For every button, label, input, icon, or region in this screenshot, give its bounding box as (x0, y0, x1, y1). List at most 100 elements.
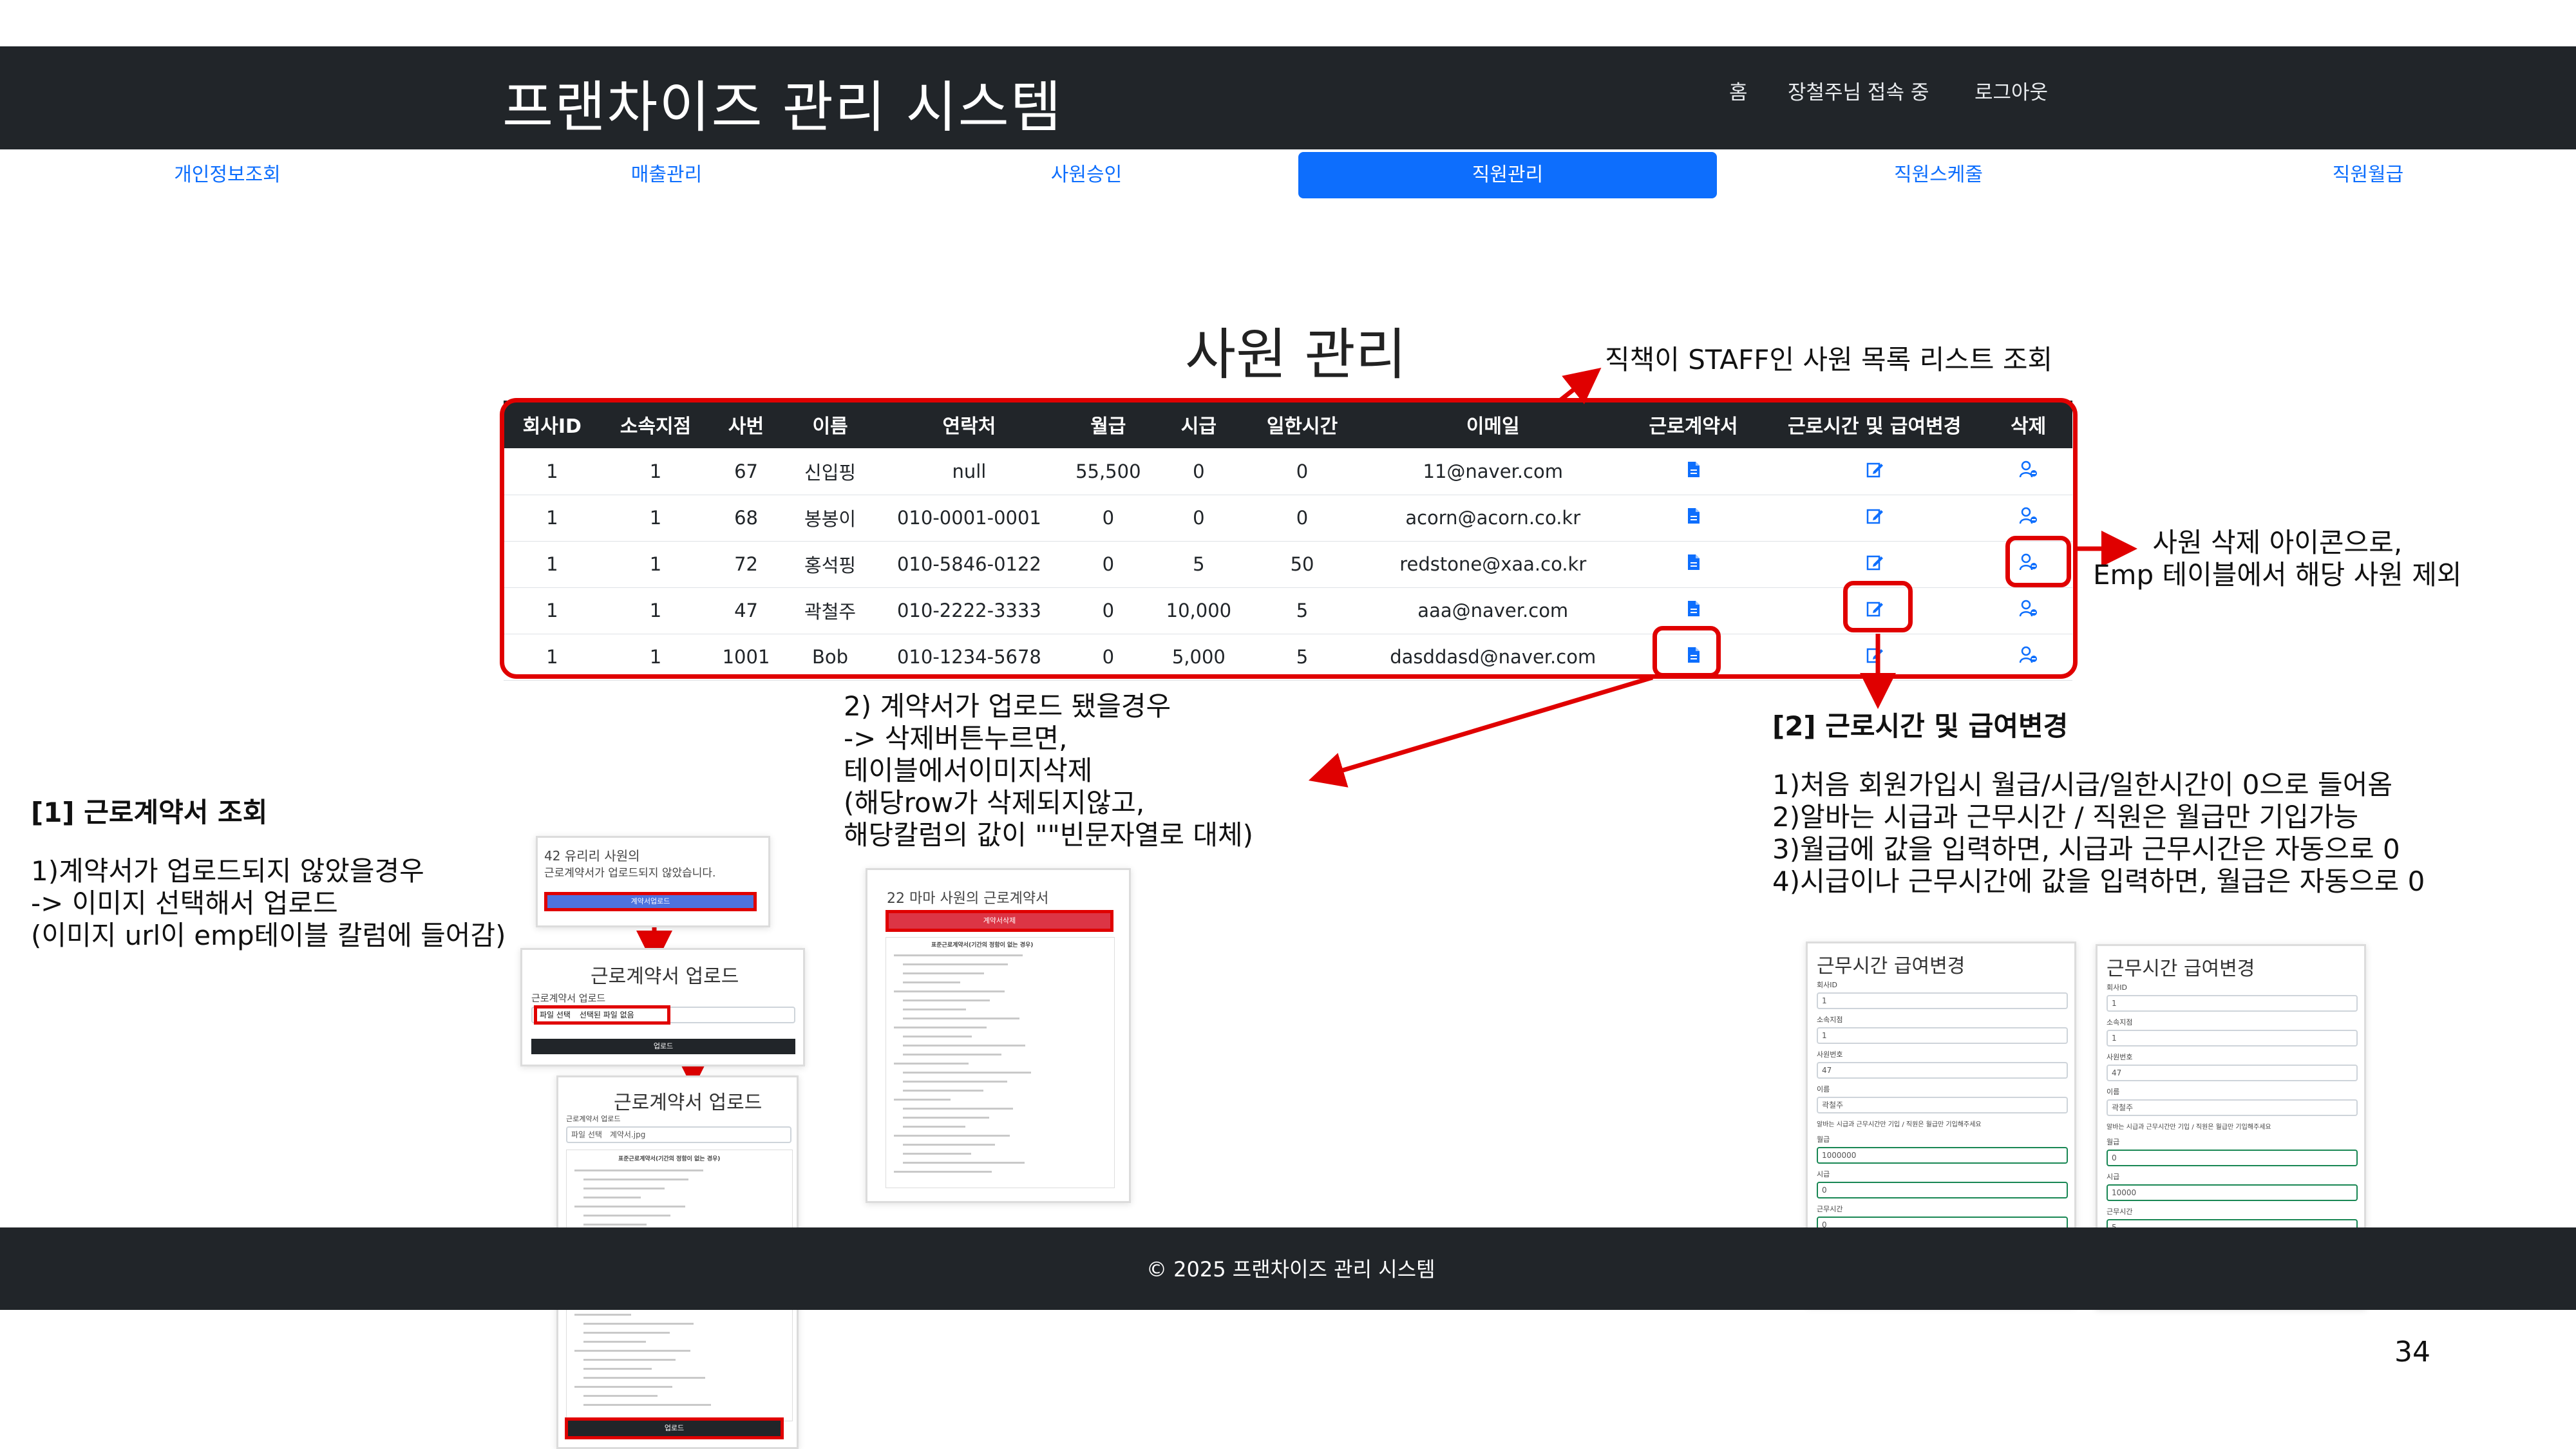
text-line (903, 1117, 989, 1119)
file-select-button[interactable]: 파일 선택 (540, 1010, 571, 1019)
mock-upload-label: 근로계약서 업로드 (531, 992, 606, 1004)
text-line (903, 1090, 983, 1092)
mock-contract-view-panel: 22 마마 사원의 근로계약서 계약서삭제 표준근로계약서(기간의 정함이 없는… (866, 868, 1131, 1203)
mock-upload2-label: 근로계약서 업로드 (566, 1115, 621, 1123)
mock-upload2-title: 근로계약서 업로드 (614, 1092, 762, 1114)
text-line (903, 1126, 965, 1128)
text-line (583, 1395, 658, 1397)
file-input-2[interactable]: 파일 선택 계약서.jpg (566, 1126, 791, 1143)
text-line (574, 1206, 685, 1208)
text-line (903, 1036, 972, 1037)
mock-no-contract-subtitle: 근로계약서가 업로드되지 않았습니다. (544, 867, 716, 880)
edit-form-title: 근무시간 급여변경 (1817, 955, 1965, 978)
contract-view-title: 22 마마 사원의 근로계약서 (887, 891, 1049, 907)
edit-form-input[interactable]: 10000 (2107, 1184, 2358, 1201)
text-line (583, 1188, 665, 1189)
text-line (583, 1332, 670, 1334)
text-line (894, 1063, 969, 1065)
edit-form-input[interactable]: 0 (1817, 1182, 2068, 1198)
text-line (903, 1162, 1025, 1164)
edit-form-label: 회사ID (1817, 981, 1837, 989)
edit-form-label: 사원번호 (1817, 1050, 1843, 1059)
text-line (903, 963, 1008, 965)
section1-title: [1] 근로계약서 조회 (31, 797, 268, 828)
upload-submit-button[interactable]: 업로드 (531, 1039, 795, 1054)
mock-no-contract-title: 42 유리리 사원의 (544, 848, 640, 864)
edit-form-label: 알바는 시급과 근무시간만 기입 / 직원은 월급만 기입해주세요 (1817, 1121, 1982, 1128)
text-line (894, 990, 1005, 992)
edit-form-input[interactable]: 1000000 (1817, 1147, 2068, 1164)
page-number: 34 (2394, 1336, 2430, 1368)
text-line (583, 1377, 705, 1379)
text-line (583, 1215, 670, 1217)
text-line (894, 1171, 992, 1173)
text-line (903, 1144, 995, 1146)
mock-no-contract-panel: 42 유리리 사원의 근로계약서가 업로드되지 않았습니다. 계약서업로드 (536, 836, 770, 927)
annotation-delete-note: 사원 삭제 아이콘으로, Emp 테이블에서 해당 사원 제외 (2093, 527, 2462, 591)
text-line (583, 1179, 688, 1180)
text-line (903, 1054, 1001, 1056)
edit-form-label: 월급 (2107, 1138, 2120, 1146)
text-line (574, 1314, 631, 1316)
edit-form-input[interactable]: 1 (1817, 992, 2068, 1009)
text-line (894, 1135, 1010, 1137)
text-line (583, 1404, 711, 1406)
text-line (903, 1072, 1031, 1074)
text-line (574, 1350, 690, 1352)
edit-form-label: 월급 (1817, 1135, 1830, 1144)
file-select-highlight[interactable]: 파일 선택 선택된 파일 없음 (534, 1005, 670, 1025)
section2-body: 1)처음 회원가입시 월급/시급/일한시간이 0으로 들어옴 2)알바는 시급과… (1772, 769, 2425, 897)
edit-form-label: 이름 (2107, 1088, 2120, 1096)
edit-form-label: 사원번호 (2107, 1053, 2133, 1061)
mock-upload-panel-1: 근로계약서 업로드 근로계약서 업로드 파일 선택 선택된 파일 없음 업로드 (520, 948, 805, 1066)
edit-form-label: 근무시간 (2107, 1208, 2133, 1216)
edit-form-input[interactable]: 1 (1817, 1027, 2068, 1044)
text-line (903, 981, 960, 983)
text-line (894, 1027, 987, 1028)
text-line (903, 1153, 971, 1155)
text-line (894, 1099, 951, 1101)
edit-form-input[interactable]: 47 (2107, 1065, 2358, 1081)
edit-form-label: 회사ID (2107, 983, 2127, 992)
edit-form-label: 근무시간 (1817, 1205, 1843, 1213)
edit-form-label: 이름 (1817, 1085, 1830, 1094)
text-line (583, 1341, 646, 1343)
section1-body: 1)계약서가 업로드되지 않았을경우 -> 이미지 선택해서 업로드 (이미지 … (31, 855, 506, 951)
file-select-button-2[interactable]: 파일 선택 (571, 1130, 602, 1139)
text-line (583, 1197, 641, 1198)
text-line (574, 1170, 703, 1171)
text-line (583, 1368, 652, 1370)
text-line (903, 972, 984, 974)
edit-form-input[interactable]: 0 (2107, 1150, 2358, 1166)
footer-text: © 2025 프랜차이즈 관리 시스템 (1146, 1257, 1435, 1282)
annotation-contract-uploaded: 2) 계약서가 업로드 됐을경우 -> 삭제버튼누르면, 테이블에서이미지삭제 … (844, 690, 1254, 851)
edit-form-input[interactable]: 곽철주 (2107, 1099, 2358, 1116)
file-name: 계약서.jpg (609, 1130, 646, 1139)
contract-view-image: 표준근로계약서(기간의 정함이 없는 경우) (886, 937, 1115, 1188)
contract-delete-button[interactable]: 계약서삭제 (886, 910, 1113, 932)
annotation-staff-list: 직책이 STAFF인 사원 목록 리스트 조회 (1605, 344, 2053, 375)
text-line (903, 1045, 1025, 1046)
text-line (903, 1108, 1013, 1110)
section2-title: [2] 근로시간 및 급여변경 (1772, 710, 2069, 742)
text-line (903, 1081, 1007, 1083)
upload-submit-button-2[interactable]: 업로드 (565, 1417, 784, 1439)
edit-form-label: 시급 (2107, 1173, 2120, 1181)
upload-contract-button[interactable]: 계약서업로드 (544, 892, 757, 911)
text-line (574, 1386, 672, 1388)
edit-form-label: 소속지점 (2107, 1018, 2133, 1027)
edit-form-input[interactable]: 1 (2107, 995, 2358, 1012)
edit-form-label: 소속지점 (1817, 1016, 1843, 1024)
text-line (903, 1018, 1019, 1019)
mock-upload-title: 근로계약서 업로드 (591, 965, 739, 988)
text-line (894, 954, 1023, 956)
edit-form-title: 근무시간 급여변경 (2107, 958, 2255, 980)
edit-form-input[interactable]: 1 (2107, 1030, 2358, 1046)
file-status: 선택된 파일 없음 (579, 1010, 634, 1019)
text-line (903, 1009, 966, 1010)
contract-doc-title: 표준근로계약서(기간의 정함이 없는 경우) (618, 1156, 721, 1162)
edit-form-label: 알바는 시급과 근무시간만 기입 / 직원은 월급만 기입해주세요 (2107, 1124, 2271, 1131)
text-line (583, 1224, 647, 1226)
edit-form-input[interactable]: 47 (1817, 1062, 2068, 1079)
edit-form-input[interactable]: 곽철주 (1817, 1097, 2068, 1113)
